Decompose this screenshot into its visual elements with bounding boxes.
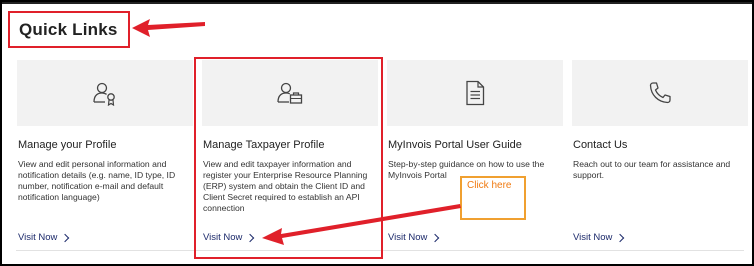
document-icon	[466, 80, 485, 106]
phone-icon	[649, 82, 671, 104]
chevron-right-icon	[616, 233, 625, 242]
card-description: Reach out to our team for assistance and…	[573, 159, 731, 180]
card-image	[387, 60, 563, 126]
quick-link-card-profile[interactable]: Manage your Profile View and edit person…	[17, 60, 193, 260]
visit-now-link[interactable]: Visit Now	[573, 232, 625, 243]
callout-text: Click here	[467, 180, 512, 191]
chevron-right-icon	[61, 233, 70, 242]
person-badge-icon	[93, 82, 115, 106]
visit-now-link[interactable]: Visit Now	[18, 232, 70, 243]
card-image	[17, 60, 193, 126]
card-highlight-box	[194, 57, 383, 259]
top-divider	[2, 2, 752, 4]
visit-now-label[interactable]: Visit Now	[573, 232, 612, 243]
card-title: MyInvois Portal User Guide	[388, 139, 522, 151]
card-title: Contact Us	[573, 139, 628, 151]
section-title: Quick Links	[19, 20, 118, 39]
visit-now-label[interactable]: Visit Now	[388, 232, 427, 243]
quick-link-card-contact[interactable]: Contact Us Reach out to our team for ass…	[572, 60, 748, 260]
visit-now-label[interactable]: Visit Now	[18, 232, 57, 243]
card-description: View and edit personal information and n…	[18, 159, 176, 202]
visit-now-link[interactable]: Visit Now	[388, 232, 440, 243]
card-title: Manage your Profile	[18, 139, 117, 151]
quick-link-card-user-guide[interactable]: MyInvois Portal User Guide Step-by-step …	[387, 60, 563, 260]
chevron-right-icon	[431, 233, 440, 242]
card-image	[572, 60, 748, 126]
